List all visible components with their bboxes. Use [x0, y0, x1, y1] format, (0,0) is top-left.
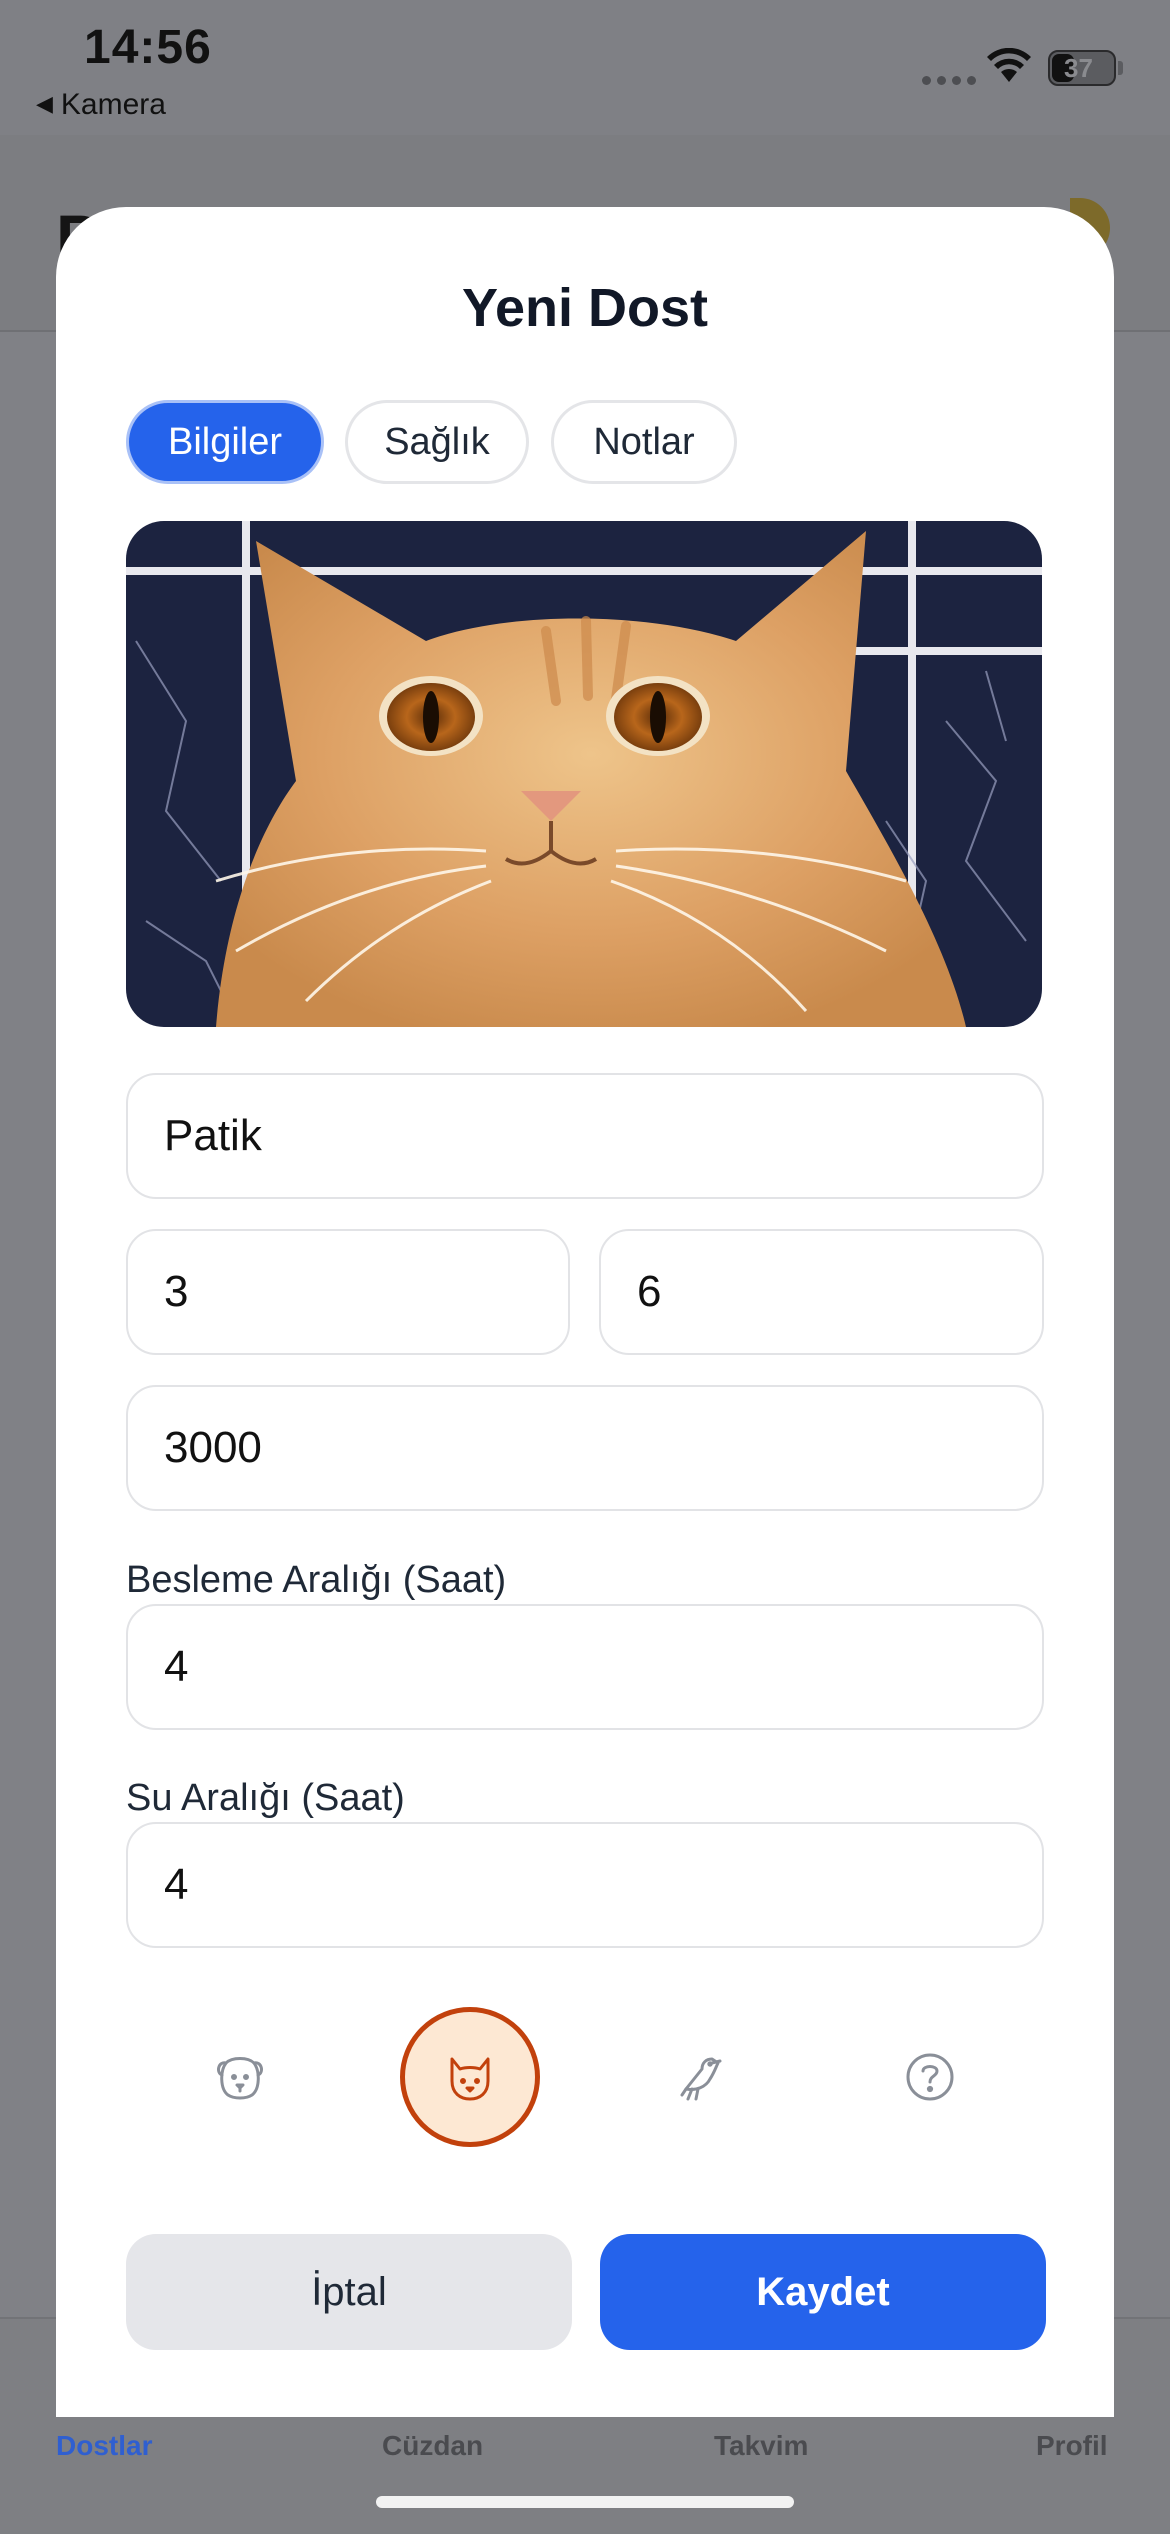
tab-notlar[interactable]: Notlar [551, 400, 737, 484]
tab-bilgiler[interactable]: Bilgiler [126, 400, 324, 484]
back-app-label: Kamera [60, 88, 166, 121]
save-button[interactable]: Kaydet [600, 2234, 1046, 2350]
feeding-interval-input[interactable]: 4 [126, 1604, 1044, 1730]
status-bar: 14:56 ◀ Kamera 37 [0, 0, 1170, 135]
cellular-signal-icon [922, 76, 976, 85]
modal-title: Yeni Dost [461, 278, 709, 338]
amount-input[interactable]: 3000 [126, 1385, 1044, 1511]
age-years-input[interactable]: 3 [126, 1229, 570, 1355]
pet-type-bird-button[interactable] [630, 2007, 770, 2147]
water-interval-label: Su Aralığı (Saat) [126, 1777, 405, 1819]
cat-icon [450, 2057, 490, 2101]
tab-saglik[interactable]: Sağlık [345, 400, 529, 484]
cat-photo-image [126, 521, 1042, 1027]
age-months-input[interactable]: 6 [599, 1229, 1044, 1355]
battery-level: 37 [1064, 53, 1093, 83]
back-to-app-link[interactable]: ◀ Kamera [36, 88, 166, 122]
status-time: 14:56 [84, 21, 212, 74]
pet-type-cat-button[interactable] [400, 2007, 540, 2147]
battery-icon: 37 [1048, 50, 1116, 86]
back-triangle-icon: ◀ [36, 91, 53, 116]
pet-type-dog-button[interactable] [170, 2007, 310, 2147]
tab-cuzdan[interactable]: Cüzdan [382, 2430, 483, 2462]
home-indicator [376, 2496, 794, 2508]
tab-profil[interactable]: Profil [1036, 2430, 1108, 2462]
cancel-button[interactable]: İptal [126, 2234, 572, 2350]
tab-dostlar[interactable]: Dostlar [56, 2430, 152, 2462]
pet-photo[interactable] [126, 521, 1042, 1027]
pet-name-input[interactable]: Patik [126, 1073, 1044, 1199]
bird-icon [680, 2057, 722, 2101]
feeding-interval-label: Besleme Aralığı (Saat) [126, 1559, 507, 1601]
question-icon [906, 2053, 954, 2101]
dog-icon [217, 2057, 263, 2100]
tab-takvim[interactable]: Takvim [714, 2430, 808, 2462]
new-pet-modal: Yeni Dost Bilgiler Sağlık Notlar Patik 3… [56, 207, 1114, 2417]
wifi-icon [987, 48, 1031, 82]
water-interval-input[interactable]: 4 [126, 1822, 1044, 1948]
pet-type-other-button[interactable] [860, 2007, 1000, 2147]
